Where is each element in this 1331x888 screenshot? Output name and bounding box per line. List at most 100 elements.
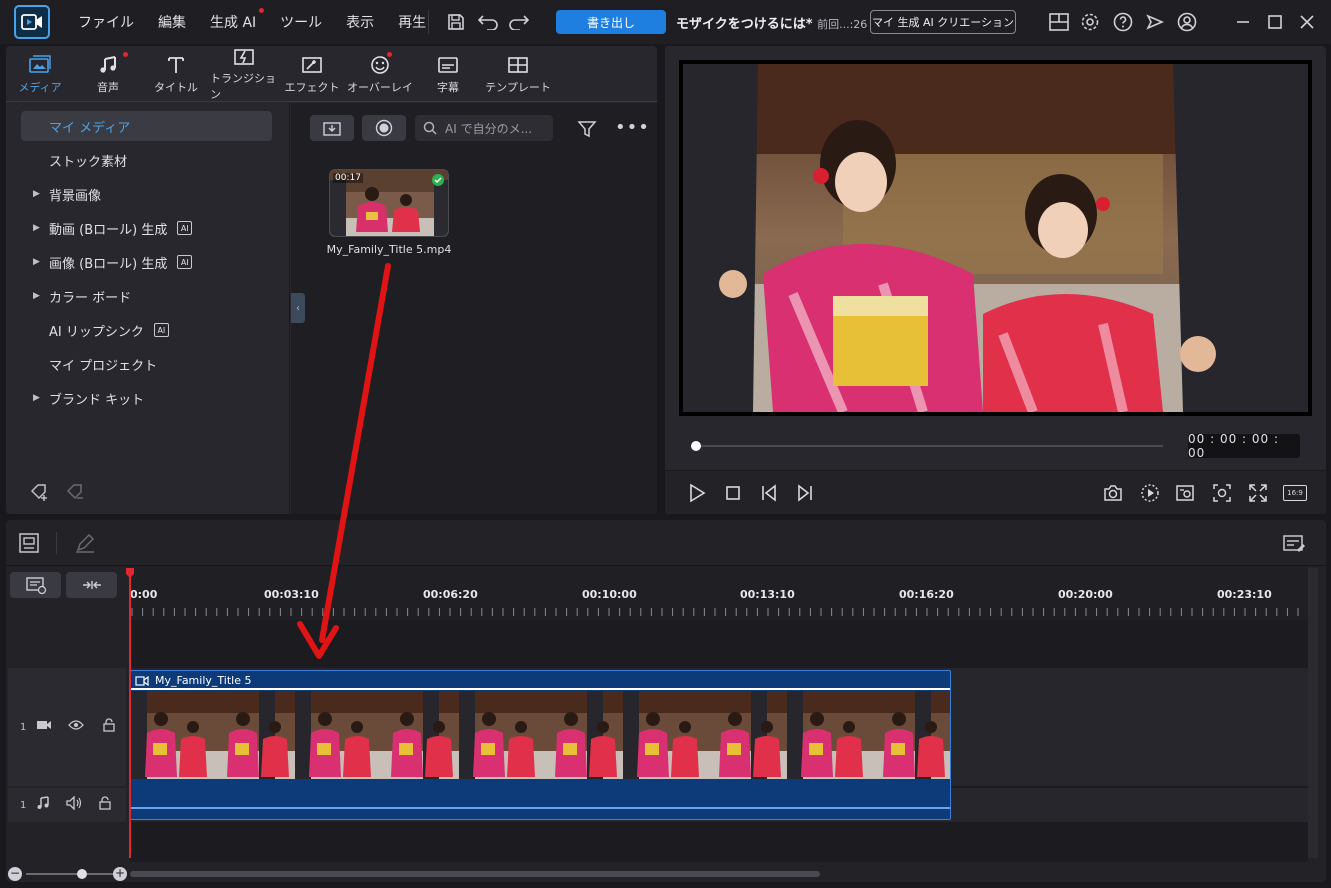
zoom-in-icon[interactable]: + xyxy=(113,867,127,881)
expand-arrow-icon[interactable]: ▶ xyxy=(33,393,45,403)
tab-transition-label: トランジション xyxy=(210,72,276,101)
expand-arrow-icon[interactable]: ▶ xyxy=(33,291,45,301)
aspect-ratio-icon[interactable]: 16:9 xyxy=(1282,481,1308,505)
gear-icon[interactable] xyxy=(1078,10,1102,34)
media-thumbnail[interactable]: 00:17 xyxy=(329,169,449,237)
media-search-input[interactable]: AI で自分のメ... xyxy=(415,115,553,141)
zoom-out-icon[interactable]: − xyxy=(8,867,22,881)
title-t-icon xyxy=(166,53,186,77)
next-frame-icon[interactable] xyxy=(793,481,817,505)
tab-overlay[interactable]: オーバーレイ xyxy=(346,46,414,102)
scrubber-knob[interactable] xyxy=(691,441,701,451)
close-icon[interactable] xyxy=(1295,10,1319,34)
notification-icon[interactable] xyxy=(1143,10,1167,34)
lock-icon[interactable] xyxy=(98,796,112,814)
my-ai-creation-button[interactable]: マイ 生成 AI クリエーション xyxy=(870,10,1016,34)
menu-playback[interactable]: 再生 xyxy=(386,12,438,32)
import-button[interactable] xyxy=(310,115,354,141)
snapshot-camera-icon[interactable] xyxy=(1101,481,1125,505)
expand-arrow-icon[interactable]: ▶ xyxy=(33,223,45,233)
library-item-brand-kit[interactable]: ▶ ブランド キット xyxy=(21,383,272,413)
timeline-video-clip[interactable]: My_Family_Title 5 xyxy=(130,670,951,820)
zoom-slider-knob[interactable] xyxy=(77,869,87,879)
library-item-label: 動画 (Bロール) 生成 xyxy=(49,222,168,238)
track-manager-button[interactable] xyxy=(10,572,61,598)
tab-template[interactable]: テンプレート xyxy=(482,46,554,102)
template-icon xyxy=(507,53,529,77)
fullscreen-icon[interactable] xyxy=(1246,481,1270,505)
tick-label: 0:00 xyxy=(130,588,158,601)
expand-arrow-icon[interactable]: ▶ xyxy=(33,257,45,267)
library-item-label: カラー ボード xyxy=(49,290,132,306)
filter-icon[interactable] xyxy=(577,119,597,143)
zoom-slider[interactable] xyxy=(26,873,116,875)
library-item-my-project[interactable]: マイ プロジェクト xyxy=(21,349,272,379)
pen-edit-icon[interactable] xyxy=(74,532,96,558)
more-options-icon[interactable]: ••• xyxy=(615,117,650,138)
storyboard-icon[interactable] xyxy=(18,532,40,558)
preview-panel: 00 : 00 : 00 : 00 16:9 xyxy=(665,46,1326,514)
clip-frame-thumbnail xyxy=(705,691,787,779)
tick-label: 00:10:00 xyxy=(582,588,637,601)
library-item-image-broll[interactable]: ▶ 画像 (Bロール) 生成 AI xyxy=(21,247,272,277)
record-button[interactable] xyxy=(362,115,406,141)
eye-icon[interactable] xyxy=(68,719,85,735)
library-item-my-media[interactable]: マイ メディア xyxy=(21,111,272,141)
speaker-icon[interactable] xyxy=(66,795,82,814)
preview-settings-icon[interactable] xyxy=(1173,481,1197,505)
audio-track-header: 1 xyxy=(8,788,126,822)
library-item-video-broll[interactable]: ▶ 動画 (Bロール) 生成 AI xyxy=(21,213,272,243)
ai-badge-icon: AI xyxy=(177,221,193,235)
app-window: ファイル 編集 生成 AI ツール 表示 再生 書き出し モザイクをつけるには*… xyxy=(0,0,1331,888)
playback-quality-icon[interactable] xyxy=(1138,481,1162,505)
maximize-icon[interactable] xyxy=(1263,10,1287,34)
clip-duration: 00:17 xyxy=(333,173,363,183)
remove-tag-icon[interactable] xyxy=(66,483,86,505)
playhead[interactable] xyxy=(129,572,131,858)
library-item-label: ストック素材 xyxy=(49,154,128,170)
timeline-horizontal-scrollbar[interactable] xyxy=(130,871,820,877)
clip-frame-thumbnail xyxy=(623,691,705,779)
help-icon[interactable] xyxy=(1111,10,1135,34)
menu-view[interactable]: 表示 xyxy=(334,12,386,32)
stop-icon[interactable] xyxy=(721,481,745,505)
timeline-settings-icon[interactable] xyxy=(1282,532,1306,558)
tab-effect[interactable]: エフェクト xyxy=(278,46,346,102)
layout-icon[interactable] xyxy=(1047,10,1071,34)
timeline-vertical-scrollbar[interactable] xyxy=(1308,568,1318,858)
lock-icon[interactable] xyxy=(102,718,116,736)
library-item-stock[interactable]: ストック素材 xyxy=(21,145,272,175)
collapse-sidebar-chevron-icon[interactable]: ‹ xyxy=(291,293,305,323)
undo-icon[interactable] xyxy=(476,10,500,34)
library-item-background[interactable]: ▶ 背景画像 xyxy=(21,179,272,209)
time-ruler[interactable]: 0:00 00:03:10 00:06:20 00:10:00 00:13:10… xyxy=(130,566,1308,620)
fit-timeline-button[interactable] xyxy=(66,572,117,598)
tab-title[interactable]: タイトル xyxy=(142,46,210,102)
tab-transition[interactable]: トランジション xyxy=(210,46,278,102)
redo-icon[interactable] xyxy=(507,10,531,34)
menu-edit[interactable]: 編集 xyxy=(146,12,198,32)
zoom-preview-icon[interactable] xyxy=(1210,481,1234,505)
playback-scrubber[interactable] xyxy=(695,445,1163,447)
play-icon[interactable] xyxy=(685,481,709,505)
save-icon[interactable] xyxy=(444,10,468,34)
tab-media[interactable]: メディア xyxy=(6,46,74,102)
previous-frame-icon[interactable] xyxy=(757,481,781,505)
add-tag-icon[interactable] xyxy=(30,483,50,505)
video-preview[interactable] xyxy=(679,60,1312,416)
minimize-icon[interactable] xyxy=(1231,10,1255,34)
menu-file[interactable]: ファイル xyxy=(66,12,146,32)
menu-generative-ai[interactable]: 生成 AI xyxy=(198,8,268,32)
library-item-label: ブランド キット xyxy=(49,392,145,408)
tab-audio[interactable]: 音声 xyxy=(74,46,142,102)
tab-subtitle[interactable]: 字幕 xyxy=(414,46,482,102)
track-number: 1 xyxy=(20,799,27,811)
library-item-ai-lipsync[interactable]: AI リップシンク AI xyxy=(21,315,272,345)
clip-thumbnail-strip xyxy=(131,691,950,779)
export-button[interactable]: 書き出し xyxy=(556,10,666,34)
timecode-display[interactable]: 00 : 00 : 00 : 00 xyxy=(1188,432,1300,460)
library-item-color-board[interactable]: ▶ カラー ボード xyxy=(21,281,272,311)
account-icon[interactable] xyxy=(1175,10,1199,34)
menu-tools[interactable]: ツール xyxy=(268,12,334,32)
expand-arrow-icon[interactable]: ▶ xyxy=(33,189,45,199)
